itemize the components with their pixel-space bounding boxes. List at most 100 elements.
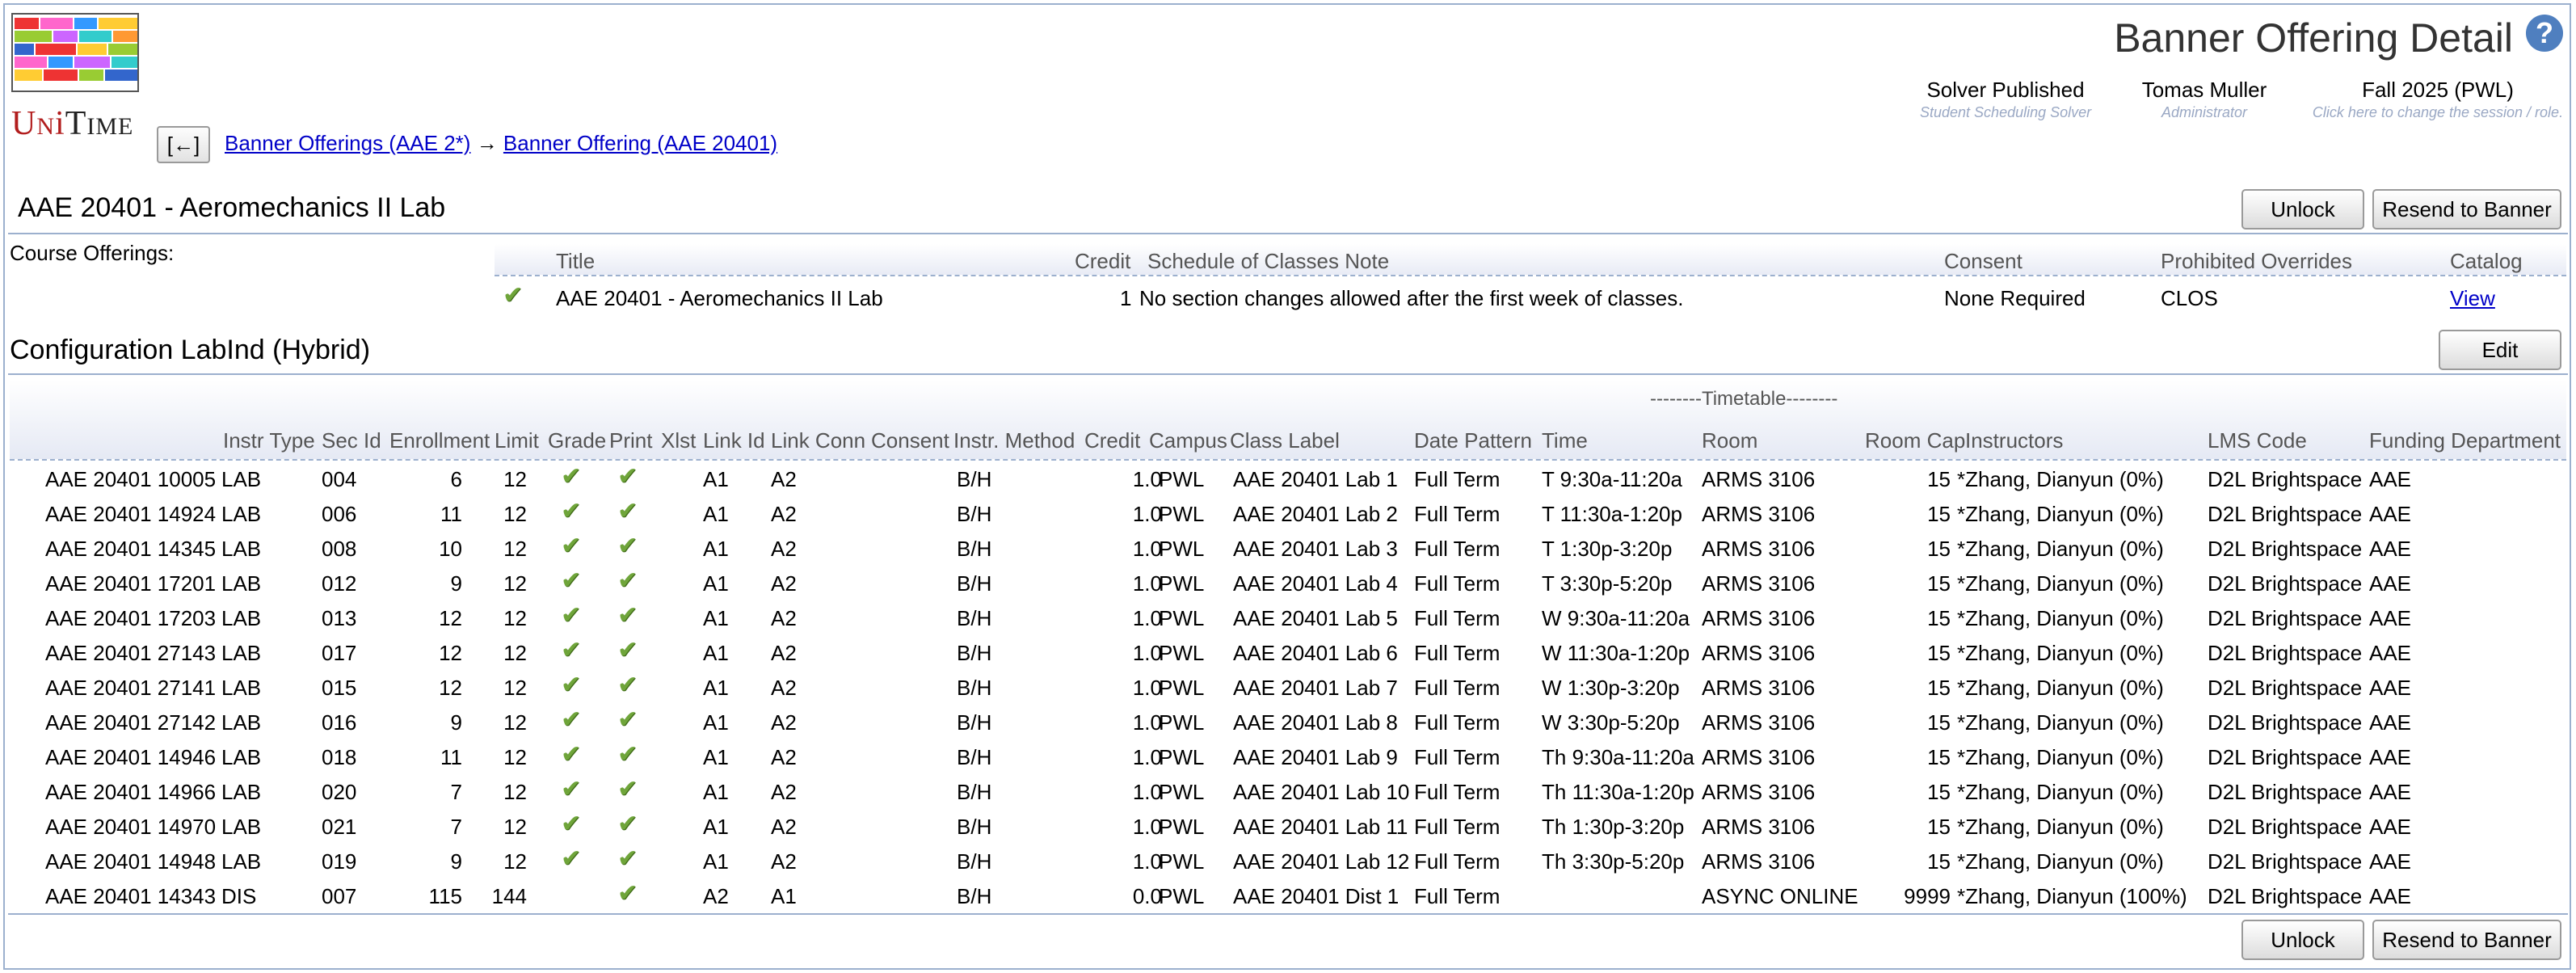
print-check-icon: ✔ [617, 498, 638, 524]
table-row[interactable]: AAE 20401 17201 LAB 012 9 12 A1 A2 B/H 1.0 PWL AAE… [10, 567, 2566, 600]
col-schedule-note: Schedule of Classes Note [1147, 249, 1390, 273]
class-instr-method: B/H [957, 884, 992, 908]
breadcrumb-separator: → [476, 131, 498, 155]
class-funding-department: AAE [2369, 502, 2412, 526]
configuration-title: Configuration LabInd (Hybrid) [10, 335, 371, 365]
class-lms-code: D2L Brightspace [2208, 745, 2363, 769]
table-row[interactable]: AAE 20401 14966 LAB 020 7 12 A1 A2 B/H 1.0 PWL AAE… [10, 775, 2566, 809]
class-funding-department: AAE [2369, 606, 2412, 630]
table-row[interactable]: AAE 20401 14343 DIS 007 115 144 A2 A1 B/H 0.0 PWL… [10, 879, 2566, 913]
classes-table-header: --------Timetable-------- Instr Type Sec… [10, 380, 2566, 461]
table-row[interactable]: AAE 20401 17203 LAB 013 12 12 A1 A2 B/H 1.0 PWL AA… [10, 601, 2566, 635]
class-lms-code: D2L Brightspace [2208, 710, 2363, 735]
class-limit: 12 [503, 571, 527, 596]
class-credit: 1.0 [1132, 815, 1162, 839]
class-room: ARMS 3106 [1702, 537, 1816, 561]
class-label: AAE 20401 Lab 5 [1233, 606, 1398, 630]
class-room-cap: 15 [1927, 745, 1951, 769]
class-date-pattern: Full Term [1414, 467, 1501, 491]
unitime-logo[interactable]: UniTime [11, 13, 141, 149]
class-sec-id: 006 [322, 502, 357, 526]
page-title: Banner Offering Detail [2114, 15, 2513, 61]
class-room-cap: 15 [1927, 710, 1951, 735]
class-sec-id: 015 [322, 676, 357, 700]
class-enrollment: 9 [450, 571, 462, 596]
table-row[interactable]: AAE 20401 27142 LAB 016 9 12 A1 A2 B/H 1.0 PWL AAE… [10, 706, 2566, 739]
class-label: AAE 20401 Dist 1 [1233, 884, 1400, 908]
unlock-button[interactable]: Unlock [2241, 189, 2364, 230]
class-name: AAE 20401 14970 [45, 815, 217, 839]
class-room-cap: 15 [1927, 849, 1951, 874]
class-instr-type: LAB [221, 676, 262, 700]
class-instructors: *Zhang, Dianyun (0%) [1957, 606, 2164, 630]
class-date-pattern: Full Term [1414, 571, 1501, 596]
table-row[interactable]: AAE 20401 14924 LAB 006 11 12 A1 A2 B/H 1.0 PWL AA… [10, 497, 2566, 531]
check-icon: ✔ [503, 282, 524, 309]
col-catalog: Catalog [2450, 249, 2523, 273]
class-enrollment: 115 [428, 884, 462, 908]
unlock-button-bottom[interactable]: Unlock [2241, 920, 2364, 960]
class-funding-department: AAE [2369, 537, 2412, 561]
course-note: No section changes allowed after the fir… [1139, 286, 1684, 310]
back-button[interactable]: [←] [157, 126, 210, 163]
col-instructors: Instructors [1965, 428, 2064, 453]
class-instr-method: B/H [957, 745, 992, 769]
class-label: AAE 20401 Lab 7 [1233, 676, 1398, 700]
class-credit: 1.0 [1132, 641, 1162, 665]
configuration-divider [8, 373, 2568, 375]
table-row[interactable]: AAE 20401 27141 LAB 015 12 12 A1 A2 B/H 1.0 PWL AA… [10, 671, 2566, 705]
grade-check-icon: ✔ [561, 741, 582, 768]
col-room-cap: Room Cap [1865, 428, 1966, 453]
class-limit: 12 [503, 641, 527, 665]
class-enrollment: 11 [440, 502, 462, 526]
class-room: ARMS 3106 [1702, 467, 1816, 491]
class-name: AAE 20401 27143 [45, 641, 217, 665]
class-enrollment: 12 [439, 641, 462, 665]
session-selector[interactable]: Fall 2025 (PWL) Click here to change the… [2309, 78, 2566, 121]
col-lms-code: LMS Code [2208, 428, 2307, 453]
breadcrumb-banner-offerings[interactable]: Banner Offerings (AAE 2*) [225, 131, 470, 155]
class-limit: 12 [503, 745, 527, 769]
grade-check-icon: ✔ [561, 776, 582, 802]
class-credit: 1.0 [1132, 745, 1162, 769]
class-instructors: *Zhang, Dianyun (0%) [1957, 745, 2164, 769]
class-time: W 9:30a-11:20a [1542, 606, 1690, 630]
class-room-cap: 15 [1927, 537, 1951, 561]
class-limit: 12 [503, 676, 527, 700]
table-row[interactable]: AAE 20401 14345 LAB 008 10 12 A1 A2 B/H 1.0 PWL AA… [10, 532, 2566, 566]
class-room: ARMS 3106 [1702, 502, 1816, 526]
course-credit: 1 [1120, 286, 1132, 310]
class-room: ARMS 3106 [1702, 815, 1816, 839]
class-link-id: A1 [703, 710, 729, 735]
edit-configuration-button[interactable]: Edit [2439, 330, 2561, 370]
table-row[interactable]: AAE 20401 27143 LAB 017 12 12 A1 A2 B/H 1.0 PWL AA… [10, 636, 2566, 670]
help-icon[interactable]: ? [2526, 15, 2563, 52]
resend-to-banner-button[interactable]: Resend to Banner [2372, 189, 2561, 230]
solver-status[interactable]: Solver Published Student Scheduling Solv… [1920, 78, 2091, 121]
class-room-cap: 15 [1927, 467, 1951, 491]
class-label: AAE 20401 Lab 3 [1233, 537, 1398, 561]
course-prohibited-overrides: CLOS [2161, 286, 2218, 310]
table-row[interactable]: AAE 20401 14946 LAB 018 11 12 A1 A2 B/H 1.0 PWL AA… [10, 740, 2566, 774]
catalog-view-link[interactable]: View [2450, 286, 2495, 311]
class-link-id: A1 [703, 641, 729, 665]
class-instr-type: LAB [221, 606, 262, 630]
class-funding-department: AAE [2369, 467, 2412, 491]
class-lms-code: D2L Brightspace [2208, 606, 2363, 630]
class-lms-code: D2L Brightspace [2208, 641, 2363, 665]
breadcrumb-banner-offering[interactable]: Banner Offering (AAE 20401) [503, 131, 777, 155]
class-instr-method: B/H [957, 606, 992, 630]
class-lms-code: D2L Brightspace [2208, 676, 2363, 700]
class-sec-id: 018 [322, 745, 357, 769]
table-row[interactable]: AAE 20401 10005 LAB 004 6 12 A1 A2 B/H 1.0 PWL AAE… [10, 462, 2566, 496]
col-instr-type: Instr Type [223, 428, 315, 453]
col-campus: Campus [1149, 428, 1227, 453]
resend-to-banner-button-bottom[interactable]: Resend to Banner [2372, 920, 2561, 960]
table-row[interactable]: AAE 20401 14970 LAB 021 7 12 A1 A2 B/H 1.0 PWL AAE… [10, 810, 2566, 844]
user-info[interactable]: Tomas Muller Administrator [2130, 78, 2279, 121]
breadcrumb: Banner Offerings (AAE 2*) → Banner Offer… [225, 131, 777, 156]
col-instr-method: Instr. Method [953, 428, 1075, 453]
col-title: Title [556, 249, 596, 273]
offering-title: AAE 20401 - Aeromechanics II Lab [18, 192, 446, 223]
table-row[interactable]: AAE 20401 14948 LAB 019 9 12 A1 A2 B/H 1.0 PWL AAE… [10, 845, 2566, 878]
